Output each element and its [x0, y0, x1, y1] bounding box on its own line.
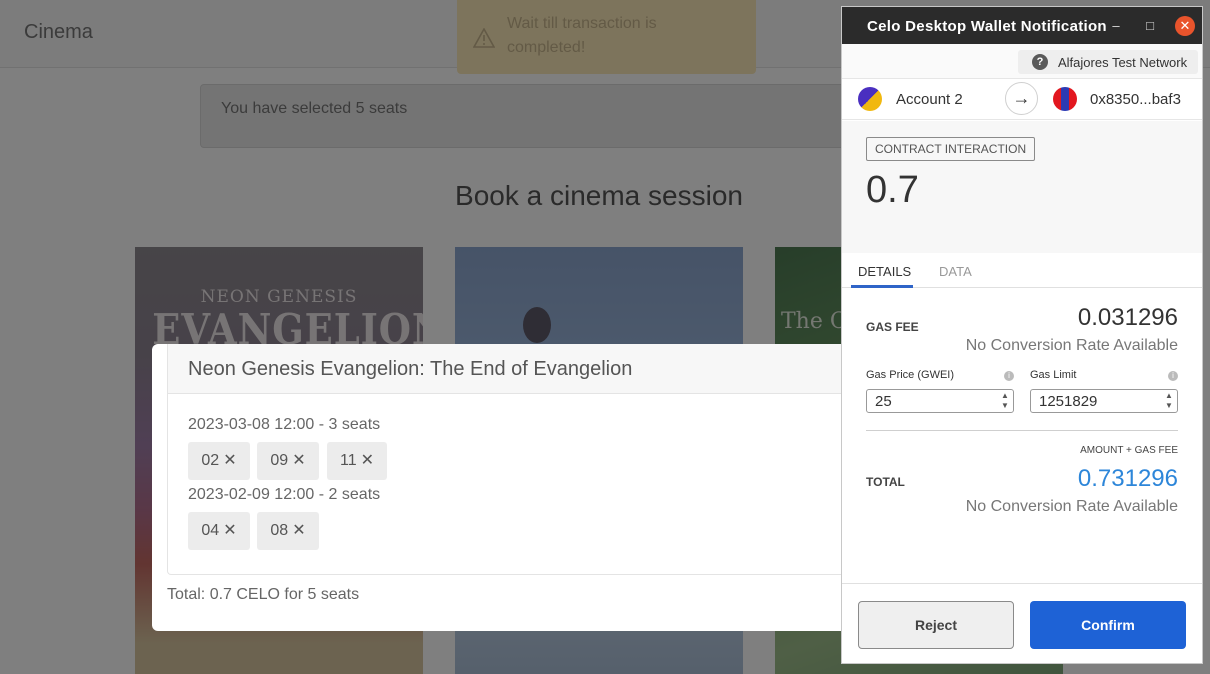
stepper-icon[interactable]: ▲ ▼	[1163, 391, 1175, 411]
gas-fee-conversion: No Conversion Rate Available	[965, 337, 1178, 354]
transaction-amount: 0.7	[866, 169, 919, 211]
booking-modal: Neon Genesis Evangelion: The End of Evan…	[152, 344, 873, 631]
to-address-avatar	[1053, 87, 1077, 111]
seat-chip[interactable]: 02 ✕	[188, 442, 250, 480]
gas-price-label: Gas Price (GWEI)	[866, 369, 955, 381]
detail-tabs: DETAILS DATA	[842, 253, 1202, 288]
seat-chip[interactable]: 04 ✕	[188, 512, 250, 550]
minimize-icon[interactable]: –	[1107, 17, 1125, 35]
gas-fee-value: 0.031296	[1077, 304, 1178, 331]
gas-price-input[interactable]: 25 ▲ ▼	[866, 389, 1014, 413]
booking-total: Total: 0.7 CELO for 5 seats	[167, 586, 360, 603]
total-label: TOTAL	[866, 475, 905, 489]
total-conversion: No Conversion Rate Available	[965, 498, 1178, 515]
from-account-name: Account 2	[896, 91, 963, 108]
window-title: Celo Desktop Wallet Notification	[867, 18, 1107, 35]
seat-number: 11	[339, 452, 357, 469]
remove-icon[interactable]: ✕	[223, 452, 236, 469]
gas-fee-label: GAS FEE	[866, 320, 919, 334]
info-icon[interactable]: i	[1168, 371, 1178, 381]
network-badge: ? Alfajores Test Network	[1018, 50, 1198, 74]
total-value: 0.731296	[1077, 465, 1178, 492]
gas-limit-label: Gas Limit	[1030, 369, 1077, 381]
movie-title: Neon Genesis Evangelion: The End of Evan…	[188, 358, 633, 380]
help-icon[interactable]: ?	[1032, 54, 1048, 70]
tab-data[interactable]: DATA	[939, 264, 972, 279]
network-row: ? Alfajores Test Network	[842, 44, 1202, 79]
to-address: 0x8350...baf3	[1090, 91, 1181, 108]
reject-button[interactable]: Reject	[858, 601, 1014, 649]
remove-icon[interactable]: ✕	[361, 452, 374, 469]
amount-gas-label: AMOUNT + GAS FEE	[1080, 445, 1178, 456]
arrow-right-icon: →	[1005, 82, 1038, 115]
gas-price-value: 25	[875, 393, 892, 410]
seat-chip[interactable]: 08 ✕	[257, 512, 319, 550]
remove-icon[interactable]: ✕	[223, 522, 236, 539]
seat-number: 02	[201, 452, 220, 469]
gas-limit-value: 1251829	[1039, 393, 1098, 410]
seat-chip[interactable]: 11 ✕	[327, 442, 387, 480]
network-name: Alfajores Test Network	[1058, 55, 1188, 70]
close-icon[interactable]: ✕	[1175, 16, 1195, 36]
booking-card: Neon Genesis Evangelion: The End of Evan…	[167, 344, 873, 575]
session-label: 2023-03-08 12:00 - 3 seats	[188, 416, 381, 433]
transaction-type-badge: CONTRACT INTERACTION	[866, 137, 1036, 161]
confirm-button[interactable]: Confirm	[1030, 601, 1186, 649]
tab-details[interactable]: DETAILS	[858, 264, 911, 279]
maximize-icon[interactable]: □	[1141, 17, 1159, 35]
window-titlebar[interactable]: Celo Desktop Wallet Notification – □ ✕	[842, 7, 1202, 44]
info-icon[interactable]: i	[1004, 371, 1014, 381]
card-header: Neon Genesis Evangelion: The End of Evan…	[168, 344, 873, 394]
seat-number: 08	[270, 522, 289, 539]
seat-number: 04	[201, 522, 220, 539]
divider	[866, 430, 1178, 431]
action-footer: Reject Confirm	[842, 583, 1202, 663]
transaction-summary: CONTRACT INTERACTION 0.7	[842, 121, 1202, 253]
seat-number: 09	[270, 452, 289, 469]
gas-limit-input[interactable]: 1251829 ▲ ▼	[1030, 389, 1178, 413]
account-row: Account 2 → 0x8350...baf3	[842, 79, 1202, 120]
session-label: 2023-02-09 12:00 - 2 seats	[188, 486, 381, 503]
from-account-avatar	[858, 87, 882, 111]
stepper-icon[interactable]: ▲ ▼	[999, 391, 1011, 411]
remove-icon[interactable]: ✕	[292, 452, 305, 469]
remove-icon[interactable]: ✕	[292, 522, 305, 539]
wallet-notification-window: Celo Desktop Wallet Notification – □ ✕ ?…	[841, 6, 1203, 664]
active-tab-indicator	[851, 285, 913, 288]
seat-chip[interactable]: 09 ✕	[257, 442, 319, 480]
